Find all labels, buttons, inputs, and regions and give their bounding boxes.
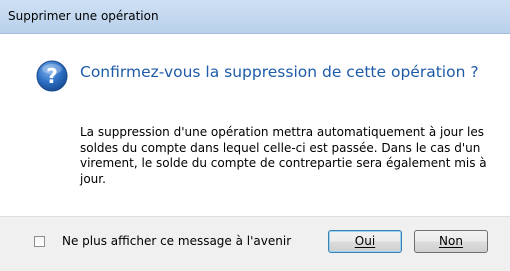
dialog-content: ? Confirmez-vous la suppression de cette… (0, 34, 510, 216)
dialog-footer: Ne plus afficher ce message à l'avenir O… (0, 216, 510, 271)
dialog-heading: Confirmez-vous la suppression de cette o… (80, 63, 479, 81)
dont-show-again-label[interactable]: Ne plus afficher ce message à l'avenir (62, 234, 291, 248)
svg-text:?: ? (46, 64, 58, 88)
yes-button-label: Oui (354, 234, 376, 248)
no-button[interactable]: Non (414, 230, 488, 253)
dialog-titlebar[interactable]: Supprimer une opération (0, 0, 510, 34)
no-button-label: Non (439, 234, 463, 248)
dialog-message: La suppression d'une opération mettra au… (80, 125, 487, 186)
dont-show-again-checkbox[interactable] (34, 236, 45, 247)
confirm-delete-dialog: Supprimer une opération ? Confirmez-vous… (0, 0, 510, 271)
question-icon: ? (36, 60, 68, 92)
yes-button[interactable]: Oui (328, 230, 402, 253)
dialog-title: Supprimer une opération (8, 9, 159, 23)
